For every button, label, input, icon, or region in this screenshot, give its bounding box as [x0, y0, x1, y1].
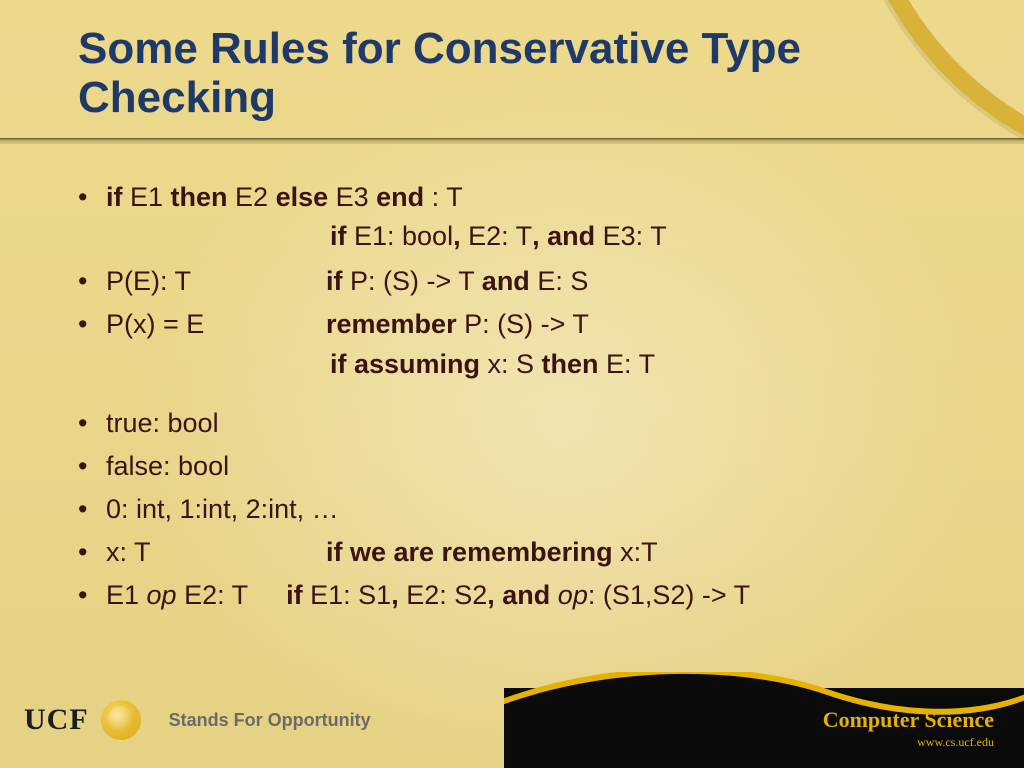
bullet-7: x: Tif we are remembering x:T: [70, 533, 984, 572]
cs-footer-block: Computer Science www.cs.ucf.edu: [504, 672, 1024, 768]
ucf-logo-block: UCF Stands For Opportunity: [24, 700, 371, 740]
ucf-wordmark: UCF: [24, 703, 89, 737]
bullet-1-sub: if E1: bool, E2: T, and E3: T: [70, 217, 984, 256]
bullet-5: false: bool: [70, 447, 984, 486]
bullet-3-sub: if assuming x: S then E: T: [70, 345, 984, 384]
cs-dept-title: Computer Science: [823, 707, 994, 733]
title-underline: [0, 138, 1024, 144]
slide-title: Some Rules for Conservative Type Checkin…: [78, 24, 964, 123]
bullet-4: true: bool: [70, 404, 984, 443]
slide-footer: UCF Stands For Opportunity Computer Scie…: [0, 672, 1024, 768]
cs-dept-url: www.cs.ucf.edu: [823, 735, 994, 750]
cs-text: Computer Science www.cs.ucf.edu: [823, 707, 994, 750]
ucf-tagline: Stands For Opportunity: [169, 710, 371, 731]
bullet-1: if E1 then E2 else E3 end : T: [70, 178, 984, 217]
slide-body: if E1 then E2 else E3 end : T if E1: boo…: [70, 178, 984, 619]
bullet-6: 0: int, 1:int, 2:int, …: [70, 490, 984, 529]
bullet-2: P(E): Tif P: (S) -> T and E: S: [70, 262, 984, 301]
bullet-3: P(x) = Eremember P: (S) -> T: [70, 305, 984, 344]
bullet-8: E1 op E2: Tif E1: S1, E2: S2, and op: (S…: [70, 576, 984, 615]
pegasus-icon: [101, 700, 141, 740]
